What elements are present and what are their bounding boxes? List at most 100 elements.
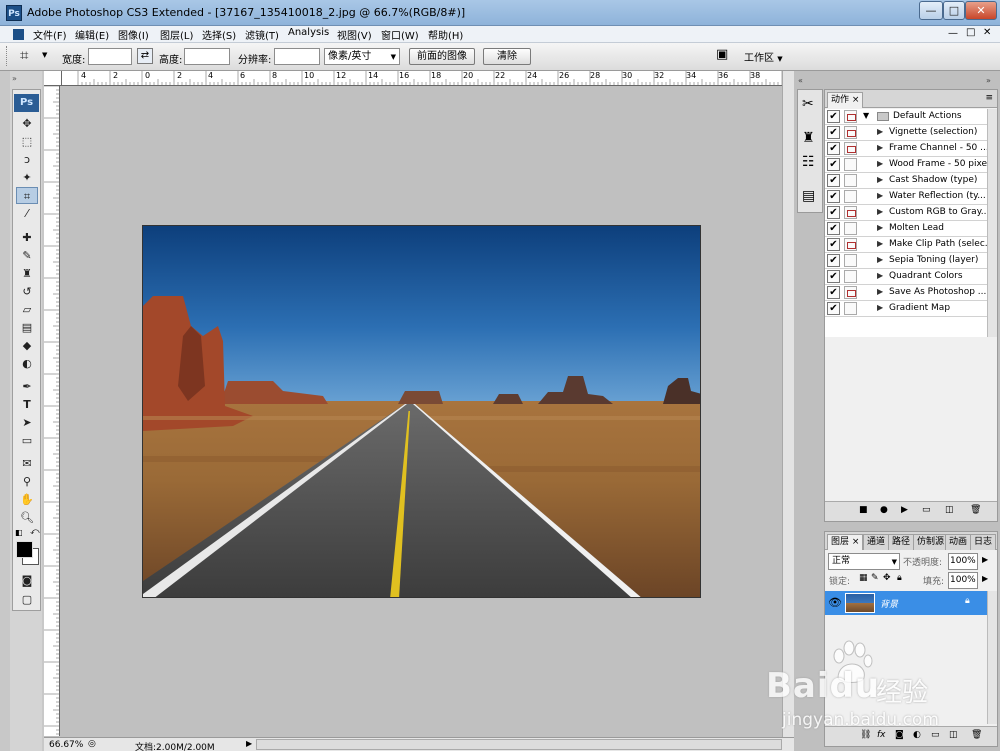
ruler-origin[interactable] xyxy=(44,71,62,86)
collapse-toolbar-icon[interactable]: » xyxy=(12,74,17,83)
swap-icon[interactable]: ⇄ xyxy=(137,48,153,64)
action-row[interactable]: ✔ ▶ Save As Photoshop ... xyxy=(825,285,987,301)
notes-tool-icon[interactable]: ✉ xyxy=(16,455,38,472)
menu-image[interactable]: 图像(I) xyxy=(118,27,149,42)
stop-icon[interactable]: ■ xyxy=(859,505,868,515)
workspace-menu[interactable]: 工作区 ▼ xyxy=(744,49,783,64)
dialog-toggle[interactable] xyxy=(844,302,857,315)
tab-animation[interactable]: 动画 xyxy=(945,534,972,550)
expand-triangle-icon[interactable]: ▶ xyxy=(877,127,883,136)
dialog-toggle[interactable] xyxy=(844,254,857,267)
menu-help[interactable]: 帮助(H) xyxy=(428,27,463,42)
action-row[interactable]: ✔ ▶ Quadrant Colors xyxy=(825,269,987,285)
action-row[interactable]: ✔ ▶ Vignette (selection) xyxy=(825,125,987,141)
action-row[interactable]: ✔ ▶ Water Reflection (ty... xyxy=(825,189,987,205)
tab-layers[interactable]: 图层 × xyxy=(827,534,864,550)
menu-edit[interactable]: 编辑(E) xyxy=(75,27,109,42)
tools-preset-icon[interactable]: ✂ xyxy=(802,96,814,112)
trash-icon[interactable]: 🗑︎ xyxy=(970,505,981,515)
toggle-checkbox[interactable]: ✔ xyxy=(827,142,840,155)
healing-brush-tool-icon[interactable]: ✚ xyxy=(16,229,38,246)
play-icon[interactable]: ▶ xyxy=(901,505,908,515)
expand-triangle-icon[interactable]: ▶ xyxy=(877,271,883,280)
front-image-button[interactable]: 前面的图像 xyxy=(409,48,475,65)
dialog-toggle[interactable] xyxy=(844,286,857,299)
action-row[interactable]: ✔ ▶ Molten Lead xyxy=(825,221,987,237)
collapse-dock-icon[interactable]: « xyxy=(798,76,803,85)
grip-handle[interactable] xyxy=(6,46,9,66)
dialog-toggle[interactable] xyxy=(844,110,857,123)
actions-scrollbar[interactable] xyxy=(987,109,997,337)
action-row[interactable]: ✔ ▶ Frame Channel - 50 ... xyxy=(825,141,987,157)
clone-stamp-tool-icon[interactable]: ♜ xyxy=(16,265,38,282)
toggle-checkbox[interactable]: ✔ xyxy=(827,222,840,235)
slice-tool-icon[interactable]: ⁄ xyxy=(16,205,38,222)
expand-triangle-icon[interactable]: ▶ xyxy=(877,239,883,248)
action-row[interactable]: ✔ ▶ Sepia Toning (layer) xyxy=(825,253,987,269)
expand-triangle-icon[interactable]: ▶ xyxy=(877,223,883,232)
lasso-tool-icon[interactable]: ↄ xyxy=(16,151,38,168)
info-panel-icon[interactable]: ▤ xyxy=(802,188,815,204)
menu-file[interactable]: 文件(F) xyxy=(33,27,67,42)
expand-triangle-icon[interactable]: ▶ xyxy=(877,143,883,152)
maximize-button[interactable]: □ xyxy=(943,1,965,20)
expand-triangle-icon[interactable]: ▶ xyxy=(877,303,883,312)
toggle-checkbox[interactable]: ✔ xyxy=(827,286,840,299)
toggle-checkbox[interactable]: ✔ xyxy=(827,270,840,283)
record-icon[interactable]: ● xyxy=(880,505,888,515)
lock-transparent-icon[interactable]: ▦ xyxy=(859,573,868,583)
crop-tool-icon[interactable]: ⌗ xyxy=(16,187,38,204)
toggle-checkbox[interactable]: ✔ xyxy=(827,206,840,219)
doc-minimize-icon[interactable]: — xyxy=(948,28,958,39)
dialog-toggle[interactable] xyxy=(844,206,857,219)
opacity-slider-icon[interactable]: ▶ xyxy=(982,555,988,564)
expand-triangle-icon[interactable]: ▶ xyxy=(877,175,883,184)
menu-analysis[interactable]: Analysis xyxy=(288,27,329,38)
action-row[interactable]: ✔ ▶ Make Clip Path (selec... xyxy=(825,237,987,253)
horizontal-scrollbar[interactable] xyxy=(256,739,782,750)
marquee-tool-icon[interactable]: ⬚ xyxy=(16,133,38,150)
menu-window[interactable]: 窗口(W) xyxy=(381,27,419,42)
brush-tool-icon[interactable]: ✎ xyxy=(16,247,38,264)
zoom-level[interactable]: 66.67% xyxy=(49,740,83,750)
move-tool-icon[interactable]: ✥ xyxy=(16,115,38,132)
magic-wand-tool-icon[interactable]: ✦ xyxy=(16,169,38,186)
blur-tool-icon[interactable]: ◆ xyxy=(16,337,38,354)
width-field[interactable] xyxy=(88,48,132,65)
quick-mask-icon[interactable]: ◙ xyxy=(16,572,38,589)
action-row[interactable]: ✔ ▶ Cast Shadow (type) xyxy=(825,173,987,189)
menu-view[interactable]: 视图(V) xyxy=(337,27,372,42)
crop-tool-preset-icon[interactable]: ⌗ xyxy=(20,46,28,64)
foreground-color-swatch[interactable] xyxy=(16,541,33,558)
lock-all-icon[interactable]: 🔒︎ xyxy=(897,573,902,583)
document-icon[interactable] xyxy=(13,29,24,40)
swap-colors-icon[interactable]: ⤺ xyxy=(30,527,40,537)
action-set-row[interactable]: ✔ ▼ Default Actions xyxy=(825,109,987,125)
dialog-toggle[interactable] xyxy=(844,190,857,203)
doc-restore-icon[interactable]: □ xyxy=(966,27,975,38)
action-row[interactable]: ✔ ▶ Wood Frame - 50 pixel xyxy=(825,157,987,173)
toggle-checkbox[interactable]: ✔ xyxy=(827,158,840,171)
workspace-switch-icon[interactable]: ▣ xyxy=(716,47,728,62)
new-action-icon[interactable]: ◫ xyxy=(945,505,954,515)
pen-tool-icon[interactable]: ✒ xyxy=(16,378,38,395)
action-row[interactable]: ✔ ▶ Gradient Map xyxy=(825,301,987,317)
tab-channels[interactable]: 通道 xyxy=(863,534,890,550)
lock-pixels-icon[interactable]: ✎ xyxy=(871,573,879,583)
expand-triangle-icon[interactable]: ▶ xyxy=(877,191,883,200)
toggle-checkbox[interactable]: ✔ xyxy=(827,110,840,123)
toggle-checkbox[interactable]: ✔ xyxy=(827,126,840,139)
status-info-icon[interactable]: ◎ xyxy=(88,739,96,749)
visibility-eye-icon[interactable]: 👁︎ xyxy=(828,596,842,609)
screen-mode-icon[interactable]: ▢ xyxy=(16,591,38,608)
lock-position-icon[interactable]: ✥ xyxy=(883,573,891,583)
eraser-tool-icon[interactable]: ▱ xyxy=(16,301,38,318)
action-row[interactable]: ✔ ▶ Custom RGB to Gray... xyxy=(825,205,987,221)
doc-close-icon[interactable]: ✕ xyxy=(983,27,991,38)
chevron-down-icon[interactable]: ▼ xyxy=(42,51,47,59)
toggle-checkbox[interactable]: ✔ xyxy=(827,174,840,187)
expand-triangle-icon[interactable]: ▼ xyxy=(863,111,869,120)
type-tool-icon[interactable]: T xyxy=(16,396,38,413)
fill-slider-icon[interactable]: ▶ xyxy=(982,574,988,583)
layer-row-background[interactable]: 👁︎ 背景 🔒︎ xyxy=(825,591,987,615)
